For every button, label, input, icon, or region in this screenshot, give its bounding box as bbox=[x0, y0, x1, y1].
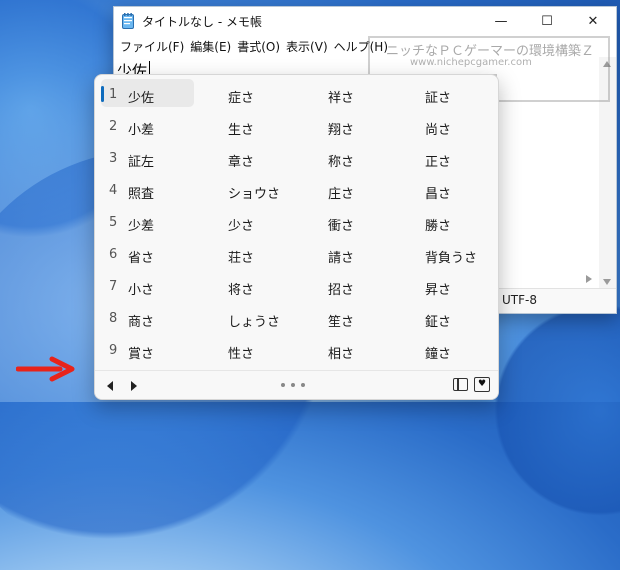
candidate-number: 9 bbox=[109, 343, 118, 358]
candidate-item[interactable]: 省さ bbox=[128, 247, 154, 266]
favorite-icon[interactable]: ♥ bbox=[474, 377, 490, 392]
candidate-item[interactable]: 笙さ bbox=[328, 311, 354, 330]
candidate-row: 2 小差 生さ 翔さ 尚さ bbox=[95, 111, 498, 143]
window-title: タイトルなし - メモ帳 bbox=[142, 14, 262, 29]
encoding-status: UTF-8 bbox=[502, 293, 537, 307]
candidate-row: 3 証左 章さ 称さ 正さ bbox=[95, 143, 498, 175]
candidate-item[interactable]: しょうさ bbox=[228, 311, 280, 330]
candidate-item[interactable]: 正さ bbox=[425, 151, 451, 170]
candidate-item[interactable]: 庄さ bbox=[328, 183, 354, 202]
title-bar[interactable]: タイトルなし - メモ帳 — ☐ ✕ bbox=[114, 7, 616, 35]
menu-view[interactable]: 表示(V) bbox=[283, 38, 331, 55]
candidate-item[interactable]: 荘さ bbox=[228, 247, 254, 266]
candidate-number: 3 bbox=[109, 151, 118, 166]
candidate-item[interactable]: 招さ bbox=[328, 279, 354, 298]
candidate-item[interactable]: 背負うさ bbox=[425, 247, 477, 266]
menu-bar: ファイル(F) 編集(E) 書式(O) 表示(V) ヘルプ(H) bbox=[114, 35, 616, 57]
menu-format[interactable]: 書式(O) bbox=[234, 38, 283, 55]
candidate-item[interactable]: ショウさ bbox=[228, 183, 280, 202]
selection-indicator bbox=[101, 86, 104, 102]
candidate-item[interactable]: 請さ bbox=[328, 247, 354, 266]
page-dots-icon bbox=[281, 383, 305, 387]
candidate-item[interactable]: 小差 bbox=[128, 119, 154, 138]
candidate-item[interactable]: 衝さ bbox=[328, 215, 354, 234]
candidate-row: 9 賞さ 性さ 相さ 鐘さ bbox=[95, 335, 498, 367]
candidate-grid: 1 少佐 症さ 祥さ 証さ 2 小差 生さ 翔さ 尚さ 3 証左 章さ 称さ 正さ 4 照査 ショウさ 庄さ 昌さ 5 少… bbox=[95, 79, 498, 367]
menu-file[interactable]: ファイル(F) bbox=[117, 38, 187, 55]
notepad-icon bbox=[122, 13, 134, 29]
candidate-item[interactable]: 少さ bbox=[228, 215, 254, 234]
candidate-number: 8 bbox=[109, 311, 118, 326]
candidate-number: 4 bbox=[109, 183, 118, 198]
candidate-item[interactable]: 将さ bbox=[228, 279, 254, 298]
side-panel-icon[interactable] bbox=[453, 378, 468, 391]
candidate-item[interactable]: 症さ bbox=[228, 87, 254, 106]
minimize-button[interactable]: — bbox=[478, 7, 524, 35]
menu-help[interactable]: ヘルプ(H) bbox=[331, 38, 391, 55]
candidate-number: 5 bbox=[109, 215, 118, 230]
candidate-item[interactable]: 商さ bbox=[128, 311, 154, 330]
menu-edit[interactable]: 編集(E) bbox=[187, 38, 234, 55]
vertical-scrollbar[interactable] bbox=[599, 57, 616, 289]
candidate-item[interactable]: 小さ bbox=[128, 279, 154, 298]
candidate-item[interactable]: 性さ bbox=[228, 343, 254, 362]
candidate-row: 5 少差 少さ 衝さ 勝さ bbox=[95, 207, 498, 239]
candidate-item[interactable]: 翔さ bbox=[328, 119, 354, 138]
candidate-number: 2 bbox=[109, 119, 118, 134]
candidate-row: 8 商さ しょうさ 笙さ 鉦さ bbox=[95, 303, 498, 335]
next-page-icon[interactable] bbox=[131, 381, 137, 391]
candidate-item[interactable]: 鉦さ bbox=[425, 311, 451, 330]
scroll-up-icon[interactable] bbox=[603, 61, 611, 67]
maximize-button[interactable]: ☐ bbox=[524, 7, 570, 35]
candidate-item[interactable]: 賞さ bbox=[128, 343, 154, 362]
scroll-down-icon[interactable] bbox=[603, 279, 611, 285]
candidate-number: 7 bbox=[109, 279, 118, 294]
candidate-row: 1 少佐 症さ 祥さ 証さ bbox=[95, 79, 498, 111]
candidate-item[interactable]: 章さ bbox=[228, 151, 254, 170]
candidate-item[interactable]: 相さ bbox=[328, 343, 354, 362]
candidate-number: 1 bbox=[109, 87, 118, 102]
candidate-row: 6 省さ 荘さ 請さ 背負うさ bbox=[95, 239, 498, 271]
candidate-number: 6 bbox=[109, 247, 118, 262]
red-arrow-icon bbox=[16, 356, 75, 382]
candidate-item[interactable]: 尚さ bbox=[425, 119, 451, 138]
candidate-item[interactable]: 照査 bbox=[128, 183, 154, 202]
candidate-footer: ♥ bbox=[95, 370, 498, 399]
prev-page-icon[interactable] bbox=[107, 381, 113, 391]
close-button[interactable]: ✕ bbox=[570, 7, 616, 35]
candidate-item[interactable]: 証さ bbox=[425, 87, 451, 106]
candidate-item[interactable]: 勝さ bbox=[425, 215, 451, 234]
candidate-item[interactable]: 昌さ bbox=[425, 183, 451, 202]
ime-candidate-window: 1 少佐 症さ 祥さ 証さ 2 小差 生さ 翔さ 尚さ 3 証左 章さ 称さ 正さ 4 照査 ショウさ 庄さ 昌さ 5 少… bbox=[94, 74, 499, 400]
candidate-item[interactable]: 少差 bbox=[128, 215, 154, 234]
candidate-item[interactable]: 少佐 bbox=[128, 87, 154, 106]
candidate-item[interactable]: 証左 bbox=[128, 151, 154, 170]
scroll-right-icon[interactable] bbox=[586, 275, 592, 283]
candidate-item[interactable]: 生さ bbox=[228, 119, 254, 138]
candidate-item[interactable]: 祥さ bbox=[328, 87, 354, 106]
candidate-row: 7 小さ 将さ 招さ 昇さ bbox=[95, 271, 498, 303]
candidate-item[interactable]: 鐘さ bbox=[425, 343, 451, 362]
candidate-item[interactable]: 称さ bbox=[328, 151, 354, 170]
candidate-item[interactable]: 昇さ bbox=[425, 279, 451, 298]
candidate-row: 4 照査 ショウさ 庄さ 昌さ bbox=[95, 175, 498, 207]
